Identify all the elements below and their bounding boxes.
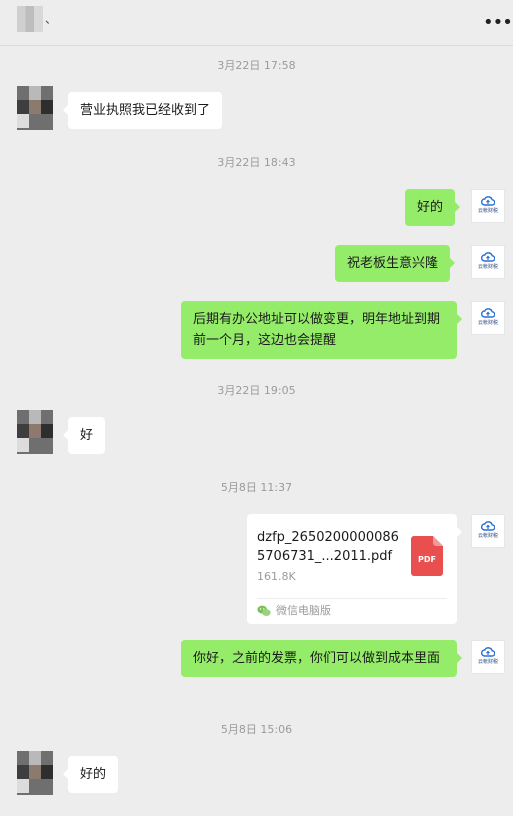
cloud-logo-icon <box>481 308 495 318</box>
message-sent[interactable]: 祝老板生意兴隆 <box>335 245 456 282</box>
wechat-icon <box>257 605 271 616</box>
avatar-label: 云帐财税 <box>477 659 498 665</box>
my-avatar[interactable]: 云帐财税 <box>471 640 505 674</box>
message-sent[interactable]: 后期有办公地址可以做变更，明年地址到期前一个月，这边也会提醒 <box>181 301 462 359</box>
chat-header: 、 ••• <box>0 0 513 46</box>
more-options-button[interactable]: ••• <box>483 14 513 32</box>
file-size: 161.8K <box>257 570 296 583</box>
contact-avatar[interactable] <box>17 410 53 454</box>
chat-title: 、 <box>45 12 58 26</box>
timestamp: 5月8日 15:06 <box>220 723 293 736</box>
cloud-logo-icon <box>481 196 495 206</box>
pdf-file-icon: PDF <box>411 536 443 576</box>
message-received[interactable]: 营业执照我已经收到了 <box>62 92 223 129</box>
file-message[interactable]: dzfp_26502000000865706731_...2011.pdf 16… <box>247 514 462 624</box>
chat-window: 、 ••• 3月22日 17:58 营业执照我已经收到了 3月22日 18:43… <box>0 0 513 816</box>
timestamp: 5月8日 11:37 <box>220 481 293 494</box>
message-sent[interactable]: 好的 <box>405 189 461 226</box>
avatar-label: 云帐财税 <box>477 208 498 214</box>
file-source-label: 微信电脑版 <box>276 604 331 617</box>
my-avatar[interactable]: 云帐财税 <box>471 514 505 548</box>
file-divider <box>257 598 447 599</box>
cloud-logo-icon <box>481 521 495 531</box>
contact-avatar[interactable] <box>17 751 53 795</box>
cloud-logo-icon <box>481 647 495 657</box>
my-avatar[interactable]: 云帐财税 <box>471 245 505 279</box>
avatar-label: 云帐财税 <box>477 320 498 326</box>
timestamp: 3月22日 17:58 <box>217 59 296 72</box>
message-received[interactable]: 好 <box>62 417 106 454</box>
contact-avatar[interactable] <box>17 86 53 130</box>
my-avatar[interactable]: 云帐财税 <box>471 189 505 223</box>
timestamp: 3月22日 18:43 <box>217 156 296 169</box>
contact-avatar-blurred[interactable] <box>17 6 43 32</box>
file-source: 微信电脑版 <box>257 603 331 619</box>
timestamp: 3月22日 19:05 <box>217 384 296 397</box>
my-avatar[interactable]: 云帐财税 <box>471 301 505 335</box>
pdf-badge-text: PDF <box>418 555 436 564</box>
message-sent[interactable]: 你好，之前的发票，你们可以做到成本里面 <box>181 640 462 677</box>
cloud-logo-icon <box>481 252 495 262</box>
avatar-label: 云帐财税 <box>477 264 498 270</box>
avatar-label: 云帐财税 <box>477 533 498 539</box>
message-received[interactable]: 好的 <box>62 756 119 793</box>
file-name: dzfp_26502000000865706731_...2011.pdf <box>257 530 399 564</box>
